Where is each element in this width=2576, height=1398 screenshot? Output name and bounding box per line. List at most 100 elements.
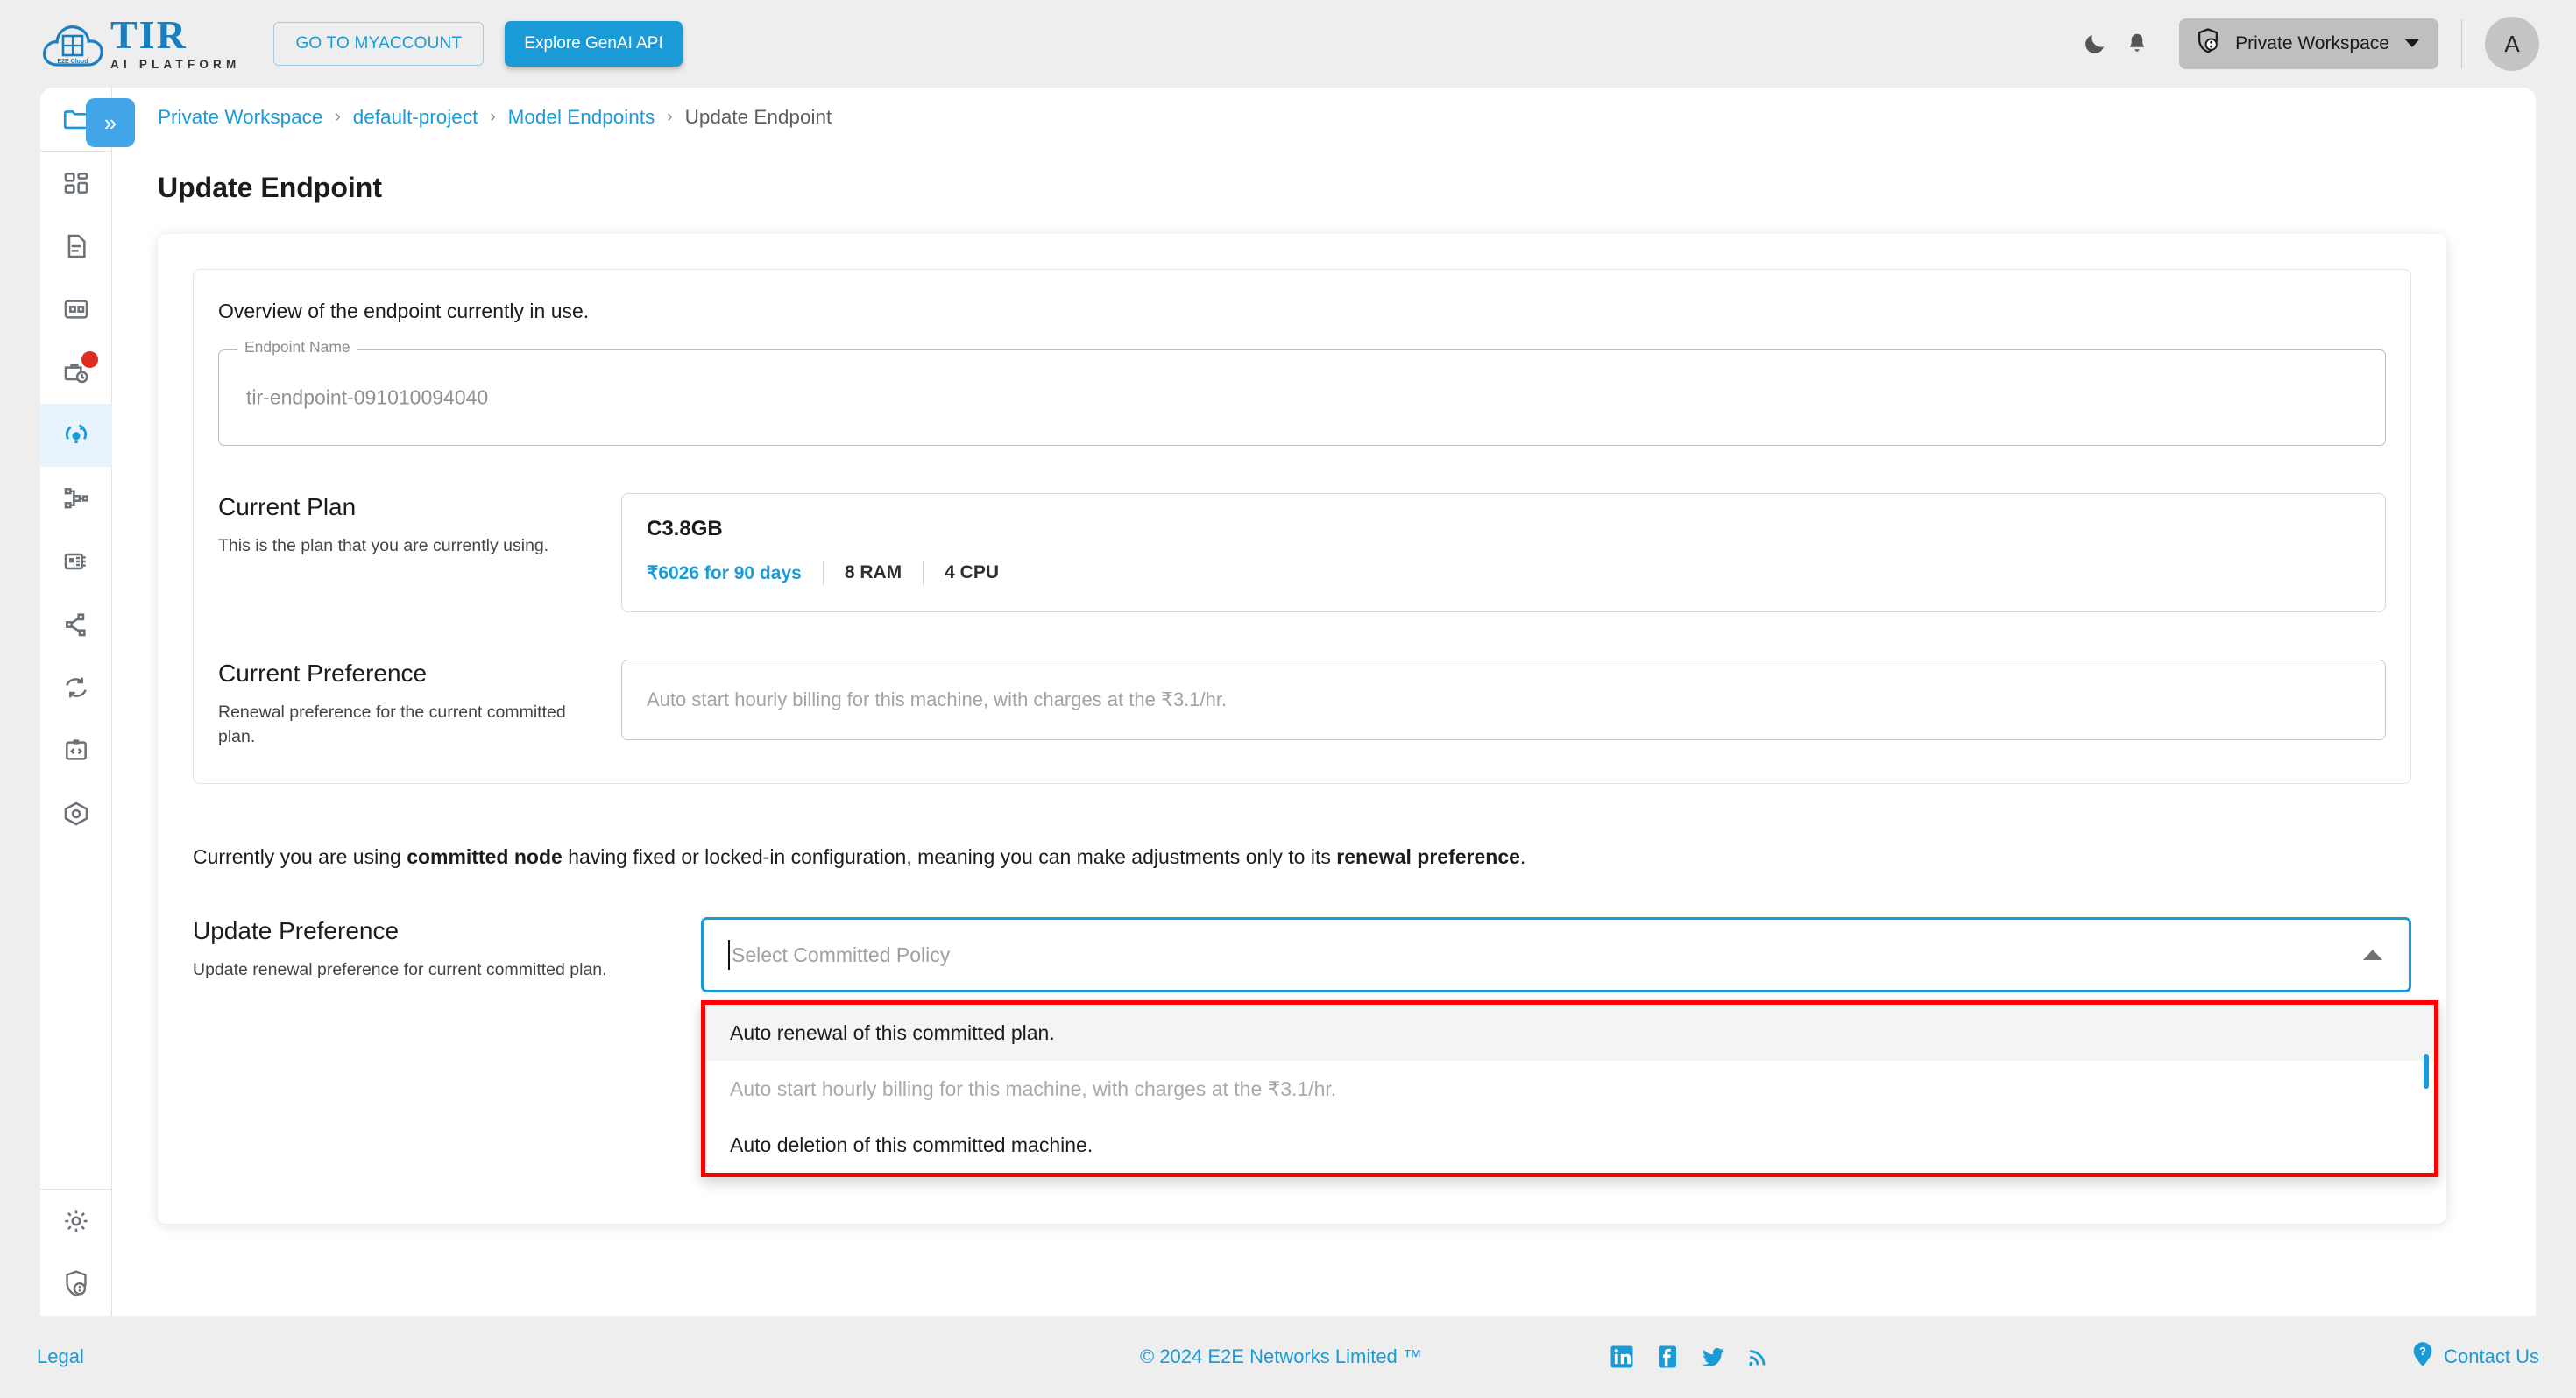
breadcrumb-item-model-endpoints[interactable]: Model Endpoints (508, 106, 655, 129)
dropdown-option-auto-renewal[interactable]: Auto renewal of this committed plan. (705, 1005, 2434, 1062)
notification-badge (81, 351, 98, 368)
dropdown-option-auto-deletion[interactable]: Auto deletion of this committed machine. (705, 1117, 2434, 1173)
breadcrumb-item-workspace[interactable]: Private Workspace (158, 106, 322, 129)
sidebar-item-datasets[interactable] (40, 278, 112, 341)
current-plan-heading: Current Plan (218, 493, 357, 520)
chevron-down-icon (2403, 33, 2421, 54)
plan-price: ₹6026 for 90 days (647, 562, 802, 583)
share-nodes-icon (66, 613, 86, 637)
moon-icon[interactable] (2074, 23, 2116, 65)
footer: Legal © 2024 E2E Networks Limited ™ ? Co… (0, 1316, 2576, 1398)
sidebar-item-model-endpoints[interactable] (40, 404, 112, 467)
current-preference-row: Current Preference Renewal preference fo… (218, 660, 2386, 750)
gpu-chip-icon (64, 553, 86, 570)
cloud-logo-icon: E2E Cloud (40, 17, 105, 71)
plan-cpu: 4 CPU (945, 562, 1000, 582)
current-preference-heading: Current Preference (218, 660, 428, 687)
sidebar-item-settings[interactable] (40, 1190, 112, 1253)
update-preference-row: Update Preference Update renewal prefere… (193, 917, 2438, 1178)
app-shell: » Private Workspace › default-project › … (40, 88, 2536, 1316)
document-icon (67, 234, 86, 258)
notice-part-3: . (1519, 844, 1526, 868)
text-cursor (728, 940, 730, 971)
table-grid-icon (64, 300, 88, 319)
sidebar-item-jobs[interactable] (40, 341, 112, 404)
shield-user-icon (2195, 27, 2221, 60)
sidebar-item-gpu[interactable] (40, 530, 112, 593)
plan-specs: ₹6026 for 90 days 8 RAM 4 CPU (647, 561, 2360, 585)
caret-up-icon[interactable] (2363, 950, 2382, 961)
avatar[interactable]: A (2485, 17, 2539, 71)
committed-policy-placeholder: Select Committed Policy (732, 943, 951, 966)
sync-refresh-icon (66, 677, 87, 698)
header-divider (2461, 19, 2462, 68)
breadcrumb-bar: » Private Workspace › default-project › … (86, 88, 2536, 147)
spec-divider (923, 561, 924, 585)
page-title: Update Endpoint (158, 172, 382, 203)
help-pin-icon: ? (2410, 1341, 2435, 1373)
sidebar (40, 88, 112, 1316)
committed-policy-dropdown: Auto renewal of this committed plan. Aut… (701, 1000, 2438, 1178)
notice-bold-committed-node: committed node (407, 844, 563, 868)
committed-node-notice: Currently you are using committed node h… (193, 842, 2411, 872)
go-to-myaccount-button[interactable]: GO TO MYACCOUNT (273, 22, 485, 66)
rss-icon[interactable] (1745, 1344, 1770, 1370)
explore-genai-api-button[interactable]: Explore GenAI API (505, 21, 683, 67)
update-endpoint-card: Overview of the endpoint currently in us… (158, 234, 2446, 1224)
sidebar-item-documents[interactable] (40, 215, 112, 278)
update-preference-heading: Update Preference (193, 917, 400, 945)
sidebar-item-containers[interactable] (40, 782, 112, 845)
model-endpoint-icon (65, 424, 88, 444)
sidebar-bottom (40, 1189, 112, 1316)
select-text-wrap: Select Committed Policy (728, 940, 951, 971)
current-preference-box: Auto start hourly billing for this machi… (621, 660, 2386, 740)
shield-user-icon (66, 1270, 87, 1297)
notice-part-1: Currently you are using (193, 844, 407, 868)
brand-wordmark: TIR AI PLATFORM (110, 14, 241, 71)
facebook-icon[interactable] (1654, 1344, 1681, 1370)
breadcrumb-item-project[interactable]: default-project (353, 106, 478, 129)
workspace-selector[interactable]: Private Workspace (2179, 18, 2438, 69)
breadcrumb-separator: › (335, 108, 341, 126)
brand-subtitle: AI PLATFORM (110, 57, 241, 71)
sidebar-item-sync[interactable] (40, 656, 112, 719)
notice-part-2: having fixed or locked-in configuration,… (562, 844, 1337, 868)
sidebar-item-pipelines[interactable] (40, 467, 112, 530)
cloud-logo-text: E2E Cloud (57, 59, 88, 65)
current-preference-description: Renewal preference for the current commi… (218, 703, 566, 747)
workspace-label: Private Workspace (2235, 33, 2389, 53)
contact-us-label: Contact Us (2444, 1345, 2539, 1367)
plan-ram: 8 RAM (844, 562, 902, 582)
sidebar-item-security[interactable] (40, 1253, 112, 1316)
endpoint-name-value: tir-endpoint-091010094040 (246, 385, 489, 409)
bell-icon[interactable] (2116, 23, 2158, 65)
current-plan-description: This is the plan that you are currently … (218, 536, 549, 555)
sidebar-collapse-button[interactable]: » (86, 98, 135, 147)
footer-legal-link[interactable]: Legal (37, 1345, 84, 1368)
committed-policy-select[interactable]: Select Committed Policy (701, 917, 2411, 993)
app-root: E2E Cloud TIR AI PLATFORM GO TO MYACCOUN… (0, 0, 2576, 1398)
sidebar-item-share[interactable] (40, 593, 112, 656)
current-plan-row: Current Plan This is the plan that you a… (218, 493, 2386, 612)
breadcrumb-separator: › (490, 108, 496, 126)
sidebar-item-dashboard[interactable] (40, 152, 112, 215)
container-box-icon (64, 801, 88, 826)
code-clipboard-icon (66, 739, 87, 760)
update-preference-control: Select Committed Policy Auto renewal of … (701, 917, 2438, 1178)
twitter-icon[interactable] (1700, 1344, 1726, 1370)
endpoint-name-field[interactable]: Endpoint Name tir-endpoint-091010094040 (218, 338, 2386, 446)
dropdown-option-hourly-billing: Auto start hourly billing for this machi… (730, 1077, 1337, 1100)
overview-panel: Overview of the endpoint currently in us… (193, 269, 2411, 784)
brand-logo[interactable]: E2E Cloud TIR AI PLATFORM (40, 14, 241, 71)
linkedin-icon[interactable] (1609, 1344, 1635, 1370)
settings-gear-icon (65, 1210, 88, 1232)
top-bar-actions: Private Workspace A (2074, 17, 2539, 71)
plan-name: C3.8GB (647, 517, 723, 540)
pipeline-node-icon (64, 488, 88, 509)
dropdown-scrollbar[interactable] (2424, 1054, 2429, 1090)
contact-us-link[interactable]: ? Contact Us (2410, 1341, 2539, 1373)
top-bar: E2E Cloud TIR AI PLATFORM GO TO MYACCOUN… (0, 0, 2576, 88)
overview-lead: Overview of the endpoint currently in us… (218, 300, 590, 322)
plan-summary-box: C3.8GB ₹6026 for 90 days 8 RAM 4 CPU (621, 493, 2386, 612)
sidebar-item-code[interactable] (40, 719, 112, 782)
